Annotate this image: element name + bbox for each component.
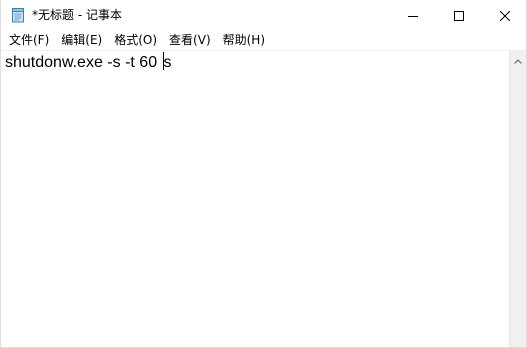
maximize-icon — [454, 6, 464, 25]
close-button[interactable] — [482, 0, 526, 30]
vertical-scrollbar[interactable] — [509, 50, 526, 347]
menu-file[interactable]: 文件(F) — [1, 30, 55, 50]
menu-format[interactable]: 格式(O) — [108, 30, 163, 50]
menu-edit[interactable]: 编辑(E) — [55, 30, 108, 50]
menu-view[interactable]: 查看(V) — [163, 30, 217, 50]
scroll-up-arrow-icon — [514, 49, 522, 68]
notepad-window: *无标题 - 记事本 文件(F) 编辑(E) 格式(O) 查看(V) 帮助(H)… — [0, 0, 527, 348]
scroll-up-button[interactable] — [510, 50, 526, 67]
minimize-icon — [408, 6, 418, 25]
menu-bar: 文件(F) 编辑(E) 格式(O) 查看(V) 帮助(H) — [1, 30, 526, 50]
title-bar[interactable]: *无标题 - 记事本 — [1, 0, 526, 30]
minimize-button[interactable] — [390, 0, 436, 30]
window-title: *无标题 - 记事本 — [32, 8, 122, 22]
text-editor[interactable]: shutdonw.exe -s -t 60 s — [1, 50, 511, 347]
close-icon — [499, 6, 511, 25]
editor-text-after-caret: s — [163, 54, 172, 71]
editor-content[interactable]: shutdonw.exe -s -t 60 s — [5, 52, 172, 74]
editor-text-before-caret: shutdonw.exe -s -t 60 — [5, 54, 162, 71]
notepad-icon[interactable] — [10, 7, 26, 23]
maximize-button[interactable] — [436, 0, 482, 30]
menu-help[interactable]: 帮助(H) — [217, 30, 271, 50]
